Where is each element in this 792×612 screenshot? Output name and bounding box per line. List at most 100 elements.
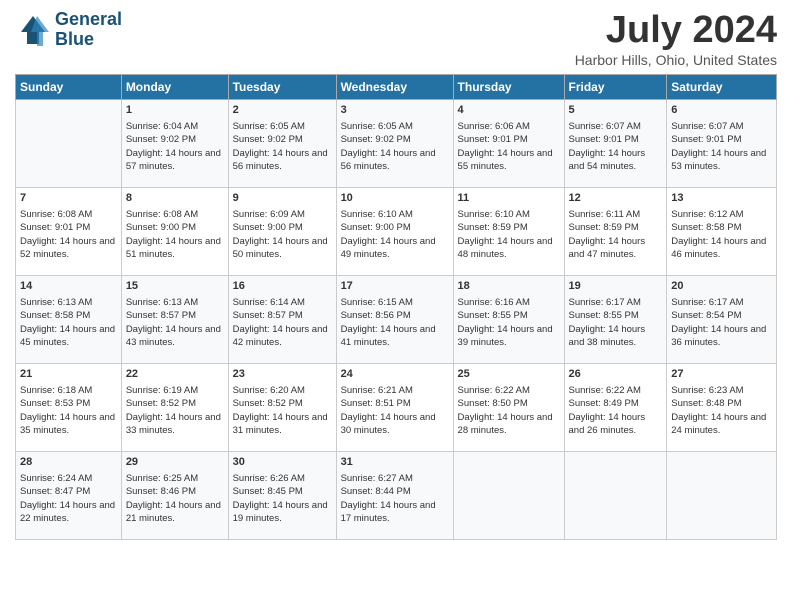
- calendar-cell: [16, 99, 122, 187]
- day-number: 8: [126, 191, 224, 206]
- calendar-cell: 13 Sunrise: 6:12 AMSunset: 8:58 PMDayligh…: [667, 187, 777, 275]
- day-number: 17: [341, 279, 449, 294]
- day-info: Sunrise: 6:20 AMSunset: 8:52 PMDaylight:…: [233, 385, 328, 436]
- day-info: Sunrise: 6:08 AMSunset: 9:01 PMDaylight:…: [20, 209, 115, 260]
- calendar-cell: 25 Sunrise: 6:22 AMSunset: 8:50 PMDayligh…: [453, 363, 564, 451]
- logo-line2: Blue: [55, 30, 122, 50]
- day-info: Sunrise: 6:05 AMSunset: 9:02 PMDaylight:…: [341, 121, 436, 172]
- day-info: Sunrise: 6:25 AMSunset: 8:46 PMDaylight:…: [126, 473, 221, 524]
- col-saturday: Saturday: [667, 74, 777, 99]
- day-info: Sunrise: 6:22 AMSunset: 8:49 PMDaylight:…: [569, 385, 646, 436]
- calendar-cell: 24 Sunrise: 6:21 AMSunset: 8:51 PMDayligh…: [336, 363, 453, 451]
- calendar-cell: 20 Sunrise: 6:17 AMSunset: 8:54 PMDayligh…: [667, 275, 777, 363]
- calendar-cell: 9Sunrise: 6:09 AMSunset: 9:00 PMDaylight…: [228, 187, 336, 275]
- day-info: Sunrise: 6:24 AMSunset: 8:47 PMDaylight:…: [20, 473, 115, 524]
- header-row: Sunday Monday Tuesday Wednesday Thursday…: [16, 74, 777, 99]
- day-number: 14: [20, 279, 117, 294]
- col-monday: Monday: [121, 74, 228, 99]
- calendar-cell: 23Sunrise: 6:20 AMSunset: 8:52 PMDayligh…: [228, 363, 336, 451]
- day-number: 11: [458, 191, 560, 206]
- day-number: 27: [671, 367, 772, 382]
- day-number: 15: [126, 279, 224, 294]
- day-number: 24: [341, 367, 449, 382]
- day-info: Sunrise: 6:05 AMSunset: 9:02 PMDaylight:…: [233, 121, 328, 172]
- calendar-cell: 17Sunrise: 6:15 AMSunset: 8:56 PMDayligh…: [336, 275, 453, 363]
- day-info: Sunrise: 6:17 AMSunset: 8:55 PMDaylight:…: [569, 297, 646, 348]
- day-number: 29: [126, 455, 224, 470]
- calendar-cell: 4Sunrise: 6:06 AMSunset: 9:01 PMDaylight…: [453, 99, 564, 187]
- logo-line1: General: [55, 10, 122, 30]
- calendar-table: Sunday Monday Tuesday Wednesday Thursday…: [15, 74, 777, 540]
- day-info: Sunrise: 6:13 AMSunset: 8:58 PMDaylight:…: [20, 297, 115, 348]
- header: General Blue July 2024 Harbor Hills, Ohi…: [15, 10, 777, 68]
- day-info: Sunrise: 6:16 AMSunset: 8:55 PMDaylight:…: [458, 297, 553, 348]
- calendar-cell: [453, 451, 564, 539]
- day-info: Sunrise: 6:07 AMSunset: 9:01 PMDaylight:…: [569, 121, 646, 172]
- calendar-header: Sunday Monday Tuesday Wednesday Thursday…: [16, 74, 777, 99]
- calendar-cell: 12Sunrise: 6:11 AMSunset: 8:59 PMDayligh…: [564, 187, 667, 275]
- day-number: 13: [671, 191, 772, 206]
- calendar-cell: 1 Sunrise: 6:04 AMSunset: 9:02 PMDaylight…: [121, 99, 228, 187]
- day-info: Sunrise: 6:18 AMSunset: 8:53 PMDaylight:…: [20, 385, 115, 436]
- day-number: 1: [126, 103, 224, 118]
- day-number: 19: [569, 279, 663, 294]
- calendar-cell: 6 Sunrise: 6:07 AMSunset: 9:01 PMDaylight…: [667, 99, 777, 187]
- day-info: Sunrise: 6:10 AMSunset: 8:59 PMDaylight:…: [458, 209, 553, 260]
- calendar-cell: [564, 451, 667, 539]
- day-info: Sunrise: 6:09 AMSunset: 9:00 PMDaylight:…: [233, 209, 328, 260]
- day-info: Sunrise: 6:08 AMSunset: 9:00 PMDaylight:…: [126, 209, 221, 260]
- calendar-cell: 15 Sunrise: 6:13 AMSunset: 8:57 PMDayligh…: [121, 275, 228, 363]
- day-info: Sunrise: 6:21 AMSunset: 8:51 PMDaylight:…: [341, 385, 436, 436]
- logo-icon: [15, 12, 51, 48]
- calendar-cell: 22 Sunrise: 6:19 AMSunset: 8:52 PMDayligh…: [121, 363, 228, 451]
- calendar-cell: 21 Sunrise: 6:18 AMSunset: 8:53 PMDayligh…: [16, 363, 122, 451]
- calendar-cell: 2 Sunrise: 6:05 AMSunset: 9:02 PMDaylight…: [228, 99, 336, 187]
- col-thursday: Thursday: [453, 74, 564, 99]
- month-title: July 2024: [575, 10, 777, 52]
- day-info: Sunrise: 6:12 AMSunset: 8:58 PMDaylight:…: [671, 209, 766, 260]
- calendar-cell: 5 Sunrise: 6:07 AMSunset: 9:01 PMDaylight…: [564, 99, 667, 187]
- logo-text: General Blue: [55, 10, 122, 50]
- calendar-cell: 11 Sunrise: 6:10 AMSunset: 8:59 PMDayligh…: [453, 187, 564, 275]
- day-info: Sunrise: 6:27 AMSunset: 8:44 PMDaylight:…: [341, 473, 436, 524]
- day-info: Sunrise: 6:13 AMSunset: 8:57 PMDaylight:…: [126, 297, 221, 348]
- calendar-cell: 14 Sunrise: 6:13 AMSunset: 8:58 PMDayligh…: [16, 275, 122, 363]
- calendar-cell: 3Sunrise: 6:05 AMSunset: 9:02 PMDaylight…: [336, 99, 453, 187]
- col-friday: Friday: [564, 74, 667, 99]
- day-number: 31: [341, 455, 449, 470]
- location: Harbor Hills, Ohio, United States: [575, 52, 777, 68]
- calendar-cell: 10 Sunrise: 6:10 AMSunset: 9:00 PMDayligh…: [336, 187, 453, 275]
- day-number: 16: [233, 279, 332, 294]
- calendar-cell: 18Sunrise: 6:16 AMSunset: 8:55 PMDayligh…: [453, 275, 564, 363]
- day-number: 5: [569, 103, 663, 118]
- day-number: 30: [233, 455, 332, 470]
- day-info: Sunrise: 6:06 AMSunset: 9:01 PMDaylight:…: [458, 121, 553, 172]
- day-info: Sunrise: 6:17 AMSunset: 8:54 PMDaylight:…: [671, 297, 766, 348]
- logo: General Blue: [15, 10, 122, 50]
- col-sunday: Sunday: [16, 74, 122, 99]
- col-tuesday: Tuesday: [228, 74, 336, 99]
- week-row-1: 1 Sunrise: 6:04 AMSunset: 9:02 PMDaylight…: [16, 99, 777, 187]
- day-info: Sunrise: 6:10 AMSunset: 9:00 PMDaylight:…: [341, 209, 436, 260]
- col-wednesday: Wednesday: [336, 74, 453, 99]
- day-number: 12: [569, 191, 663, 206]
- day-info: Sunrise: 6:19 AMSunset: 8:52 PMDaylight:…: [126, 385, 221, 436]
- day-info: Sunrise: 6:23 AMSunset: 8:48 PMDaylight:…: [671, 385, 766, 436]
- calendar-cell: 16Sunrise: 6:14 AMSunset: 8:57 PMDayligh…: [228, 275, 336, 363]
- day-info: Sunrise: 6:26 AMSunset: 8:45 PMDaylight:…: [233, 473, 328, 524]
- day-number: 6: [671, 103, 772, 118]
- calendar-cell: 29 Sunrise: 6:25 AMSunset: 8:46 PMDayligh…: [121, 451, 228, 539]
- day-number: 20: [671, 279, 772, 294]
- week-row-5: 28Sunrise: 6:24 AMSunset: 8:47 PMDayligh…: [16, 451, 777, 539]
- day-info: Sunrise: 6:07 AMSunset: 9:01 PMDaylight:…: [671, 121, 766, 172]
- day-info: Sunrise: 6:22 AMSunset: 8:50 PMDaylight:…: [458, 385, 553, 436]
- day-info: Sunrise: 6:04 AMSunset: 9:02 PMDaylight:…: [126, 121, 221, 172]
- day-number: 2: [233, 103, 332, 118]
- day-number: 22: [126, 367, 224, 382]
- day-number: 7: [20, 191, 117, 206]
- calendar-cell: 8 Sunrise: 6:08 AMSunset: 9:00 PMDaylight…: [121, 187, 228, 275]
- day-number: 25: [458, 367, 560, 382]
- day-number: 21: [20, 367, 117, 382]
- day-number: 10: [341, 191, 449, 206]
- calendar-body: 1 Sunrise: 6:04 AMSunset: 9:02 PMDaylight…: [16, 99, 777, 539]
